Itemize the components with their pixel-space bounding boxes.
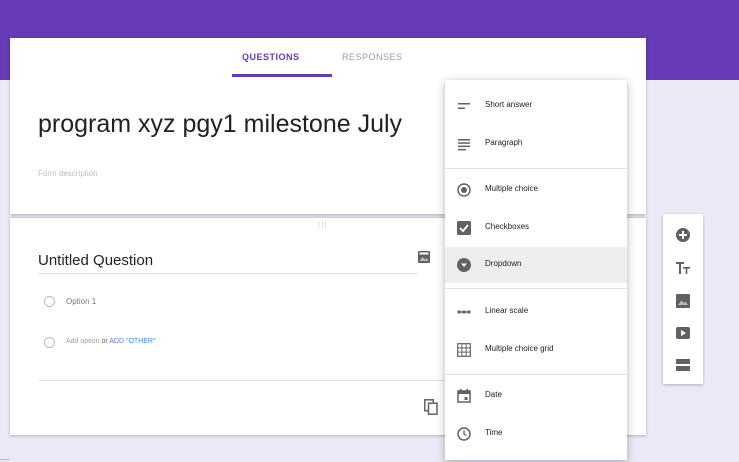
or-text: or xyxy=(101,338,108,345)
side-toolbar xyxy=(663,214,703,384)
option-radio[interactable] xyxy=(44,296,55,307)
menu-item-label: Dropdown xyxy=(485,259,522,268)
menu-item-label: Short answer xyxy=(485,100,533,109)
menu-item-multiple-choice[interactable]: Multiple choice xyxy=(445,172,627,208)
tab-bar: QUESTIONS RESPONSES xyxy=(10,38,646,78)
menu-item-label: Paragraph xyxy=(485,138,523,147)
add-option-row: Add option or ADD "OTHER" xyxy=(66,338,155,345)
menu-divider xyxy=(445,374,627,375)
menu-divider xyxy=(445,168,627,169)
add-other-link[interactable]: ADD "OTHER" xyxy=(109,338,155,345)
drag-handle[interactable]: ⁞⁞⁞ xyxy=(318,221,328,230)
linear-scale-icon xyxy=(457,310,471,314)
menu-item-dropdown[interactable]: Dropdown xyxy=(445,247,627,283)
question-title[interactable]: Untitled Question xyxy=(38,252,153,269)
image-icon[interactable] xyxy=(418,251,430,263)
calendar-icon xyxy=(457,389,471,403)
checkbox-icon xyxy=(457,221,471,235)
title-text-icon[interactable] xyxy=(676,261,690,275)
menu-item-short-answer[interactable]: Short answer xyxy=(445,88,627,124)
divider xyxy=(0,459,10,460)
menu-item-label: Time xyxy=(485,428,503,437)
clock-icon xyxy=(457,427,471,441)
add-option-link[interactable]: Add option xyxy=(66,338,99,345)
add-option-radio xyxy=(44,337,55,348)
menu-item-linear-scale[interactable]: Linear scale xyxy=(445,294,627,330)
grid-icon xyxy=(457,343,471,357)
menu-item-label: Checkboxes xyxy=(485,222,530,231)
form-description-field[interactable]: Form description xyxy=(38,169,98,178)
form-title[interactable]: program xyz pgy1 milestone July xyxy=(38,110,446,139)
short-answer-icon xyxy=(458,103,470,109)
question-title-underline xyxy=(38,273,418,274)
video-icon[interactable] xyxy=(676,326,690,340)
menu-item-label: Date xyxy=(485,390,502,399)
duplicate-icon[interactable] xyxy=(424,399,438,415)
menu-item-label: Multiple choice grid xyxy=(485,344,554,353)
tab-responses[interactable]: RESPONSES xyxy=(342,52,403,62)
section-icon[interactable] xyxy=(676,358,690,372)
tab-questions[interactable]: QUESTIONS xyxy=(242,52,300,62)
active-tab-indicator xyxy=(232,74,332,77)
paragraph-icon xyxy=(458,139,470,151)
menu-item-paragraph[interactable]: Paragraph xyxy=(445,126,627,162)
dropdown-icon xyxy=(457,258,471,272)
menu-item-date[interactable]: Date xyxy=(445,378,627,414)
question-type-menu: Short answer Paragraph Multiple choice C… xyxy=(445,80,627,460)
radio-button-icon xyxy=(457,183,471,197)
menu-divider xyxy=(445,288,627,289)
option-1-label[interactable]: Option 1 xyxy=(66,297,96,306)
image-icon[interactable] xyxy=(676,294,690,308)
menu-item-label: Multiple choice xyxy=(485,184,538,193)
menu-item-label: Linear scale xyxy=(485,306,529,315)
menu-item-time[interactable]: Time xyxy=(445,416,627,452)
add-question-icon[interactable] xyxy=(676,228,690,242)
menu-item-checkboxes[interactable]: Checkboxes xyxy=(445,210,627,246)
menu-item-multiple-choice-grid[interactable]: Multiple choice grid xyxy=(445,332,627,368)
